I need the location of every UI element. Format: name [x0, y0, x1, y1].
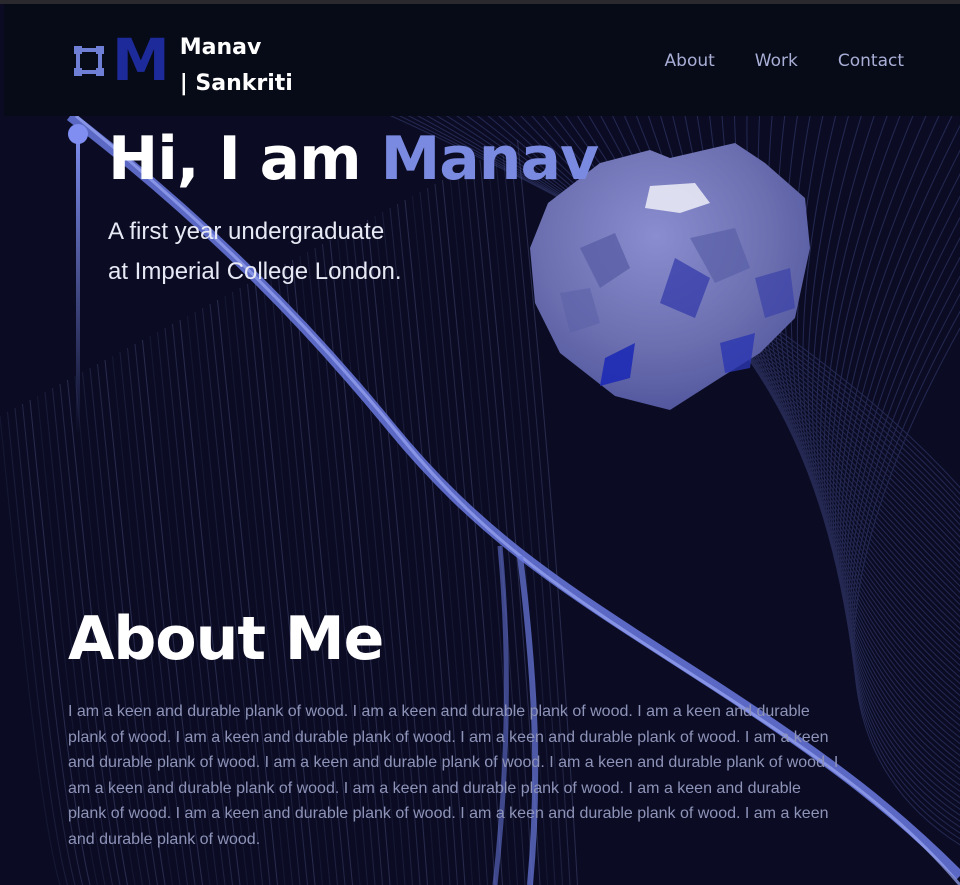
about-body: I am a keen and durable plank of wood. I… [68, 703, 839, 848]
hero-title: Hi, I am Manav [108, 124, 600, 194]
brand-name-line2: | Sankriti [179, 71, 293, 96]
square-frame-icon [74, 46, 104, 76]
logo[interactable]: M Manav | Sankriti [74, 26, 300, 102]
about-title: About Me [68, 604, 384, 674]
hero-name: Manav [380, 124, 600, 194]
hero-timeline-line [76, 133, 80, 433]
logo-letter: M [112, 26, 170, 94]
page: M Manav | Sankriti About Work Contact Hi… [0, 0, 960, 885]
brand-name: Manav | Sankriti [180, 30, 300, 102]
hero-subtitle-line1: A first year undergraduate [108, 218, 385, 245]
hero-subtitle: A first year undergraduate at Imperial C… [108, 212, 468, 292]
nav-about-link[interactable]: About [665, 51, 715, 71]
brand-name-line1: Manav [179, 35, 262, 60]
site-header: M Manav | Sankriti About Work Contact [4, 4, 960, 116]
main-nav: About Work Contact [665, 51, 904, 71]
hero-greeting: Hi, I am [108, 124, 381, 194]
hero-subtitle-line2: at Imperial College London. [108, 258, 402, 285]
nav-contact-link[interactable]: Contact [838, 51, 904, 71]
nav-work-link[interactable]: Work [755, 51, 798, 71]
